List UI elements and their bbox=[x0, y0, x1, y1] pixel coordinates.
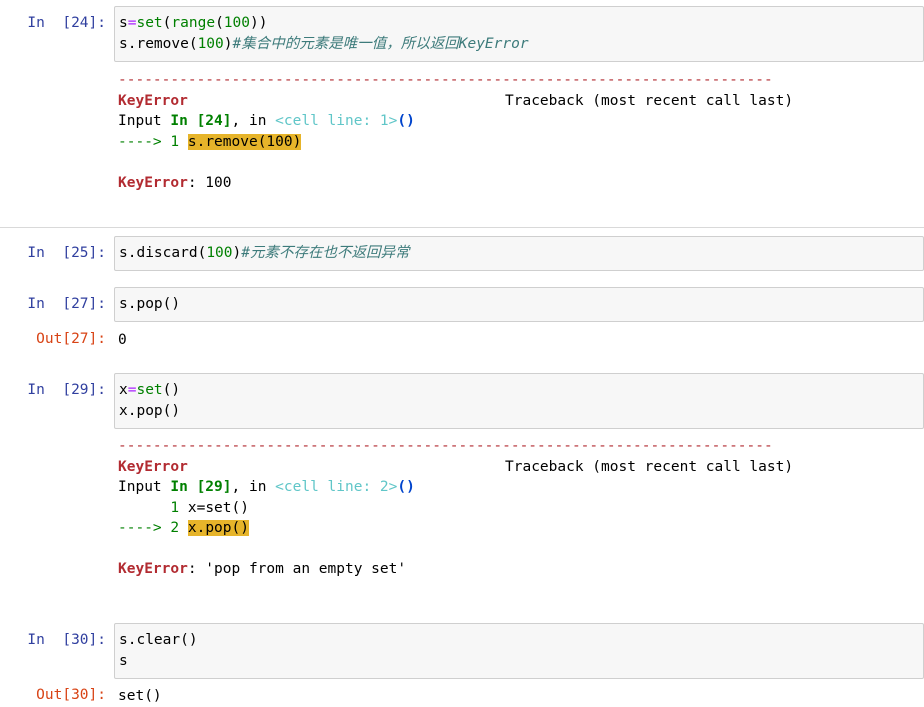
code-cell-24[interactable]: s=set(range(100)) s.remove(100)#集合中的元素是唯… bbox=[114, 6, 924, 62]
final-error-message: : 100 bbox=[187, 174, 232, 191]
traceback-separator: ----------------------------------------… bbox=[118, 72, 773, 88]
traceback-separator: ----------------------------------------… bbox=[118, 438, 773, 454]
input-ref: In [24] bbox=[170, 113, 232, 129]
code-cell-25[interactable]: s.discard(100)#元素不存在也不返回异常 bbox=[114, 236, 924, 271]
arrow: ----> bbox=[118, 520, 171, 536]
input-prompt-29: In [29]: bbox=[27, 382, 106, 398]
code-line: s.discard(100)#元素不存在也不返回异常 bbox=[119, 245, 410, 261]
input-mid: , in bbox=[231, 113, 276, 129]
cell-paren: () bbox=[397, 479, 415, 495]
input-prompt-30: In [30]: bbox=[27, 632, 106, 648]
error-name: KeyError bbox=[118, 458, 188, 475]
traceback-label: Traceback (most recent call last) bbox=[505, 458, 794, 475]
code-line: s bbox=[119, 652, 128, 669]
highlighted-code: x.pop() bbox=[187, 520, 249, 536]
context-lineno: 1 bbox=[170, 499, 180, 516]
context-code: x=set() bbox=[179, 499, 249, 516]
cell-ref: <cell line: 2> bbox=[275, 479, 398, 495]
input-mid: , in bbox=[231, 479, 276, 495]
input-label: Input bbox=[118, 113, 171, 129]
code-line: s.clear() bbox=[119, 632, 198, 648]
cell-paren: () bbox=[397, 113, 415, 129]
output-27: 0 bbox=[118, 330, 924, 351]
code-cell-29[interactable]: x=set() x.pop() bbox=[114, 373, 924, 429]
final-error-message: : 'pop from an empty set' bbox=[187, 561, 407, 577]
arrow-lineno: 1 bbox=[170, 133, 180, 150]
cell-ref: <cell line: 1> bbox=[275, 113, 398, 129]
code-line: x=set() bbox=[119, 382, 181, 398]
cell-divider bbox=[0, 227, 924, 228]
final-error-name: KeyError bbox=[118, 561, 188, 577]
output-value: set() bbox=[118, 688, 162, 704]
highlighted-code: s.remove(100) bbox=[187, 133, 302, 150]
input-prompt-24: In [24]: bbox=[27, 15, 106, 31]
output-prompt-27: Out[27]: bbox=[36, 331, 106, 347]
code-line: x.pop() bbox=[119, 402, 181, 419]
input-ref: In [29] bbox=[170, 479, 232, 495]
output-30: set() bbox=[118, 686, 924, 707]
traceback-label: Traceback (most recent call last) bbox=[505, 92, 794, 109]
input-label: Input bbox=[118, 479, 171, 495]
error-output-29: ----------------------------------------… bbox=[118, 436, 924, 580]
input-prompt-25: In [25]: bbox=[27, 245, 106, 261]
code-line: s.remove(100)#集合中的元素是唯一值，所以返回KeyError bbox=[119, 35, 529, 52]
final-error-name: KeyError bbox=[118, 174, 188, 191]
arrow: ----> bbox=[118, 133, 171, 150]
input-prompt-27: In [27]: bbox=[27, 296, 106, 312]
error-name: KeyError bbox=[118, 92, 188, 109]
error-output-24: ----------------------------------------… bbox=[118, 70, 924, 193]
code-cell-27[interactable]: s.pop() bbox=[114, 287, 924, 322]
arrow-lineno: 2 bbox=[170, 520, 180, 536]
code-line: s=set(range(100)) bbox=[119, 15, 268, 31]
code-line: s.pop() bbox=[119, 296, 181, 312]
output-prompt-30: Out[30]: bbox=[36, 687, 106, 703]
output-value: 0 bbox=[118, 332, 127, 348]
code-cell-30[interactable]: s.clear() s bbox=[114, 623, 924, 679]
context-indent bbox=[118, 500, 170, 516]
